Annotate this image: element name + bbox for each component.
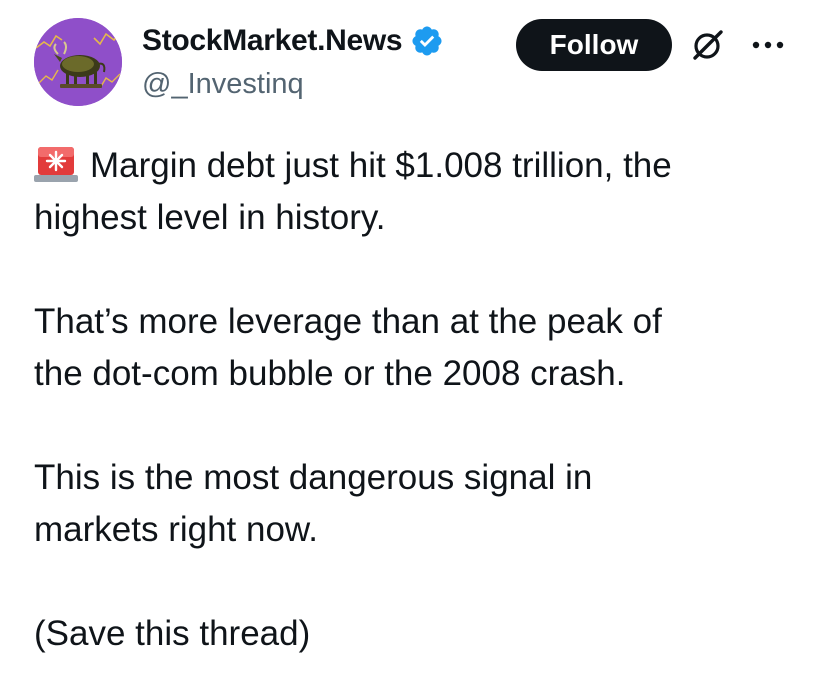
tweet-line: This is the most dangerous signal in	[34, 458, 593, 497]
display-name[interactable]: StockMarket.News	[142, 24, 403, 58]
author-name-row: StockMarket.News	[142, 22, 444, 60]
tweet-line: (Save this thread)	[34, 614, 311, 653]
more-options-icon[interactable]	[748, 30, 788, 60]
tweet-line: highest level in history.	[34, 198, 386, 237]
bull-avatar-icon	[34, 18, 122, 106]
tweet-paragraph: That’s more leverage than at the peak of…	[34, 296, 804, 400]
follow-button[interactable]: Follow	[516, 19, 672, 71]
author-handle[interactable]: @_Investinq	[142, 68, 304, 101]
siren-emoji	[34, 147, 78, 182]
grok-icon[interactable]	[688, 25, 728, 65]
tweet-line: the dot-com bubble or the 2008 crash.	[34, 354, 626, 393]
tweet-line: Margin debt just hit $1.008 trillion, th…	[34, 140, 804, 192]
tweet-line: markets right now.	[34, 510, 318, 549]
verified-badge-icon[interactable]	[410, 24, 444, 58]
tweet: StockMarket.News @_Investinq Follow Marg…	[0, 0, 822, 688]
tweet-paragraph: This is the most dangerous signal in mar…	[34, 452, 804, 556]
tweet-paragraph: (Save this thread)	[34, 608, 804, 660]
tweet-line: That’s more leverage than at the peak of	[34, 302, 662, 341]
avatar[interactable]	[34, 18, 122, 106]
tweet-text: Margin debt just hit $1.008 trillion, th…	[34, 140, 804, 660]
tweet-line-text: Margin debt just hit $1.008 trillion, th…	[90, 146, 672, 185]
tweet-paragraph: Margin debt just hit $1.008 trillion, th…	[34, 140, 804, 244]
